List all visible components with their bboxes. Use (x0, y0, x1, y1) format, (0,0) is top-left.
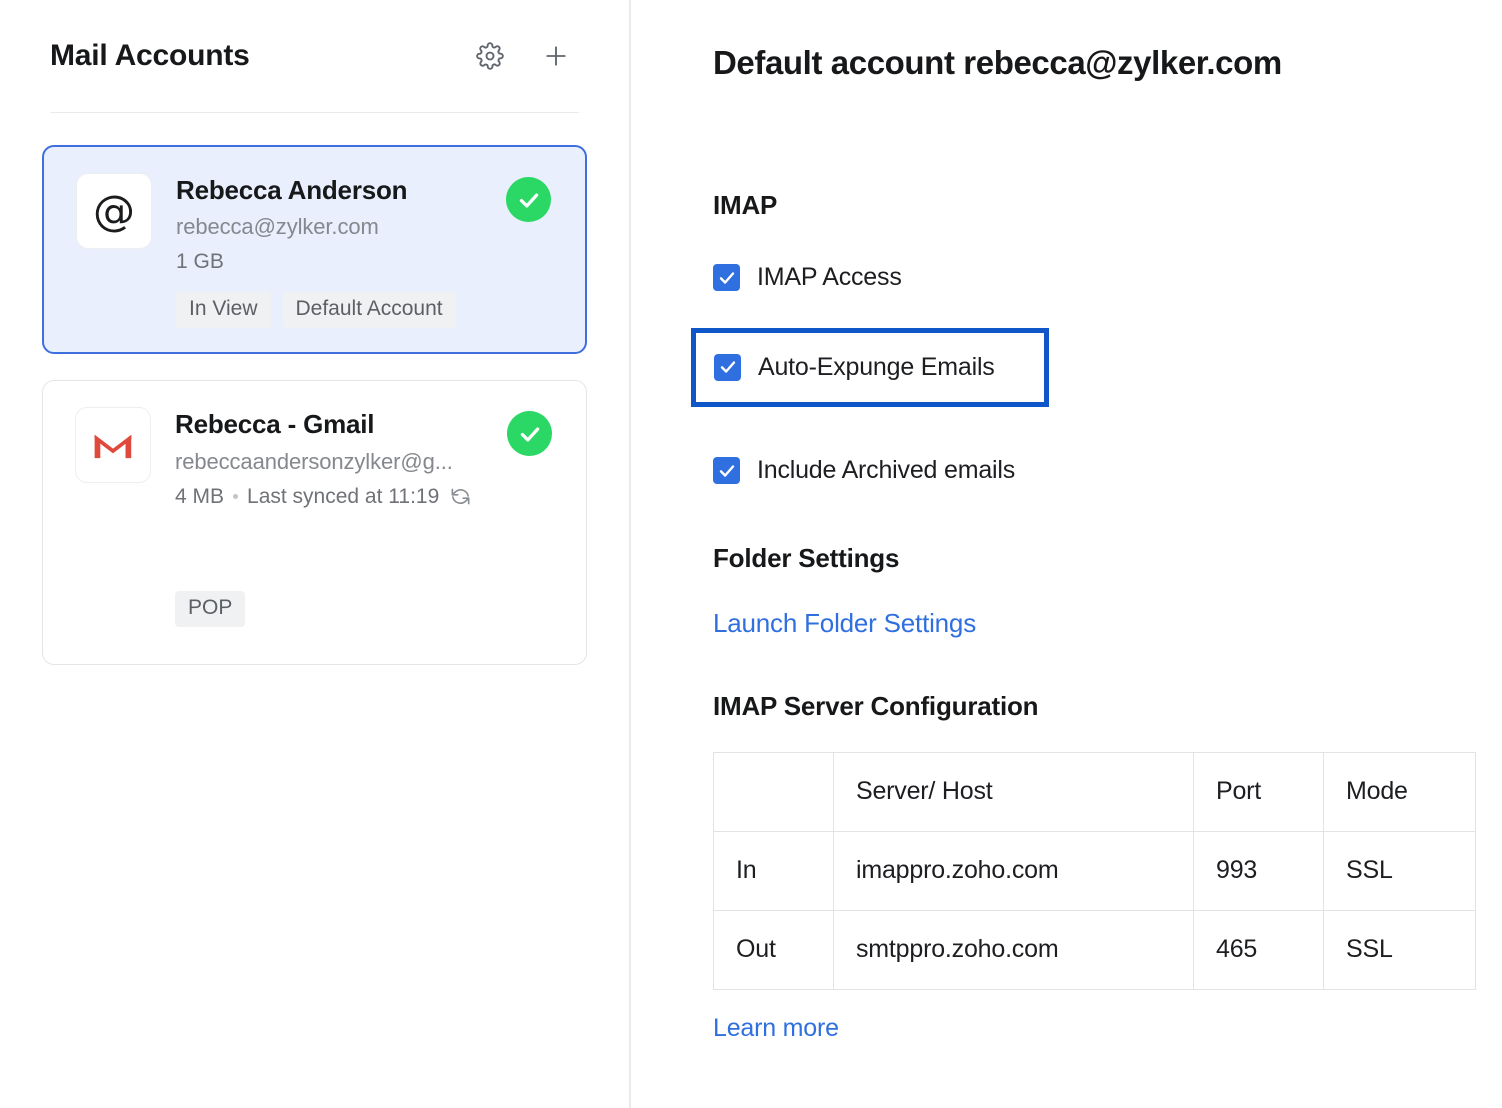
storage-size: 4 MB (175, 485, 224, 509)
account-card-row: Rebecca - Gmail rebeccaandersonzylker@g.… (75, 407, 562, 626)
include-archived-label: Include Archived emails (757, 456, 1015, 485)
auto-expunge-option[interactable]: Auto-Expunge Emails (714, 353, 1020, 382)
cell-direction-in: In (714, 831, 834, 910)
gear-icon[interactable] (475, 41, 505, 71)
badge-default-account: Default Account (283, 292, 456, 328)
account-email: rebeccaandersonzylker@g... (175, 449, 562, 475)
account-email: rebecca@zylker.com (176, 214, 561, 240)
account-badges: POP (175, 591, 562, 627)
account-settings-panel: Default account rebecca@zylker.com IMAP … (631, 0, 1502, 1108)
at-icon: @ (76, 173, 152, 249)
cell-host-out: smtppro.zoho.com (834, 910, 1194, 989)
cell-port-out: 465 (1194, 910, 1324, 989)
account-name: Rebecca Anderson (176, 175, 561, 206)
separator-dot (233, 494, 238, 499)
cell-mode-out: SSL (1324, 910, 1476, 989)
col-header-mode: Mode (1324, 752, 1476, 831)
table-row: Out smtppro.zoho.com 465 SSL (714, 910, 1476, 989)
table-row: In imappro.zoho.com 993 SSL (714, 831, 1476, 910)
gmail-logo-svg (92, 429, 134, 461)
imap-access-label: IMAP Access (757, 263, 902, 292)
badge-in-view: In View (176, 292, 271, 328)
last-synced-text: Last synced at 11:19 (247, 485, 439, 509)
checkbox-auto-expunge[interactable] (714, 354, 741, 381)
storage-size: 1 GB (176, 250, 224, 274)
mail-settings-screen: Mail Accounts (0, 0, 1502, 1108)
account-list: @ Rebecca Anderson rebecca@zylker.com 1 … (40, 113, 589, 665)
col-header-server-host: Server/ Host (834, 752, 1194, 831)
imap-server-config-table: Server/ Host Port Mode In imappro.zoho.c… (713, 752, 1476, 990)
auto-expunge-label: Auto-Expunge Emails (758, 353, 995, 382)
account-card-default[interactable]: @ Rebecca Anderson rebecca@zylker.com 1 … (42, 145, 587, 354)
cell-port-in: 993 (1194, 831, 1324, 910)
account-storage: 1 GB (176, 250, 561, 274)
account-details: Rebecca - Gmail rebeccaandersonzylker@g.… (175, 407, 562, 626)
imap-access-option[interactable]: IMAP Access (713, 256, 1476, 300)
account-card-row: @ Rebecca Anderson rebecca@zylker.com 1 … (76, 173, 561, 328)
sync-icon[interactable] (449, 485, 472, 508)
launch-folder-settings-link[interactable]: Launch Folder Settings (713, 608, 976, 639)
account-details: Rebecca Anderson rebecca@zylker.com 1 GB… (176, 173, 561, 328)
checkbox-include-archived[interactable] (713, 457, 740, 484)
avatar-glyph: @ (93, 190, 135, 232)
sidebar-header: Mail Accounts (40, 0, 589, 112)
cell-host-in: imappro.zoho.com (834, 831, 1194, 910)
sidebar-header-actions (475, 41, 579, 71)
server-config-heading: IMAP Server Configuration (713, 691, 1476, 722)
imap-section-heading: IMAP (713, 190, 1476, 221)
table-header-row: Server/ Host Port Mode (714, 752, 1476, 831)
auto-expunge-highlight: Auto-Expunge Emails (691, 328, 1049, 407)
folder-settings-heading: Folder Settings (713, 543, 1476, 574)
panel-title: Default account rebecca@zylker.com (713, 42, 1476, 85)
col-header-direction (714, 752, 834, 831)
account-storage: 4 MB Last synced at 11:19 (175, 485, 562, 509)
gmail-icon (75, 407, 151, 483)
badge-pop: POP (175, 591, 245, 627)
col-header-port: Port (1194, 752, 1324, 831)
plus-icon[interactable] (541, 41, 571, 71)
mail-accounts-sidebar: Mail Accounts (0, 0, 631, 1108)
account-name: Rebecca - Gmail (175, 409, 562, 440)
page-title: Mail Accounts (50, 39, 475, 73)
account-badges: In View Default Account (176, 292, 561, 328)
learn-more-link[interactable]: Learn more (713, 1014, 839, 1043)
cell-mode-in: SSL (1324, 831, 1476, 910)
include-archived-option[interactable]: Include Archived emails (713, 449, 1476, 493)
checkbox-imap-access[interactable] (713, 264, 740, 291)
cell-direction-out: Out (714, 910, 834, 989)
status-badge-verified (506, 177, 551, 222)
account-card-gmail[interactable]: Rebecca - Gmail rebeccaandersonzylker@g.… (42, 380, 587, 665)
